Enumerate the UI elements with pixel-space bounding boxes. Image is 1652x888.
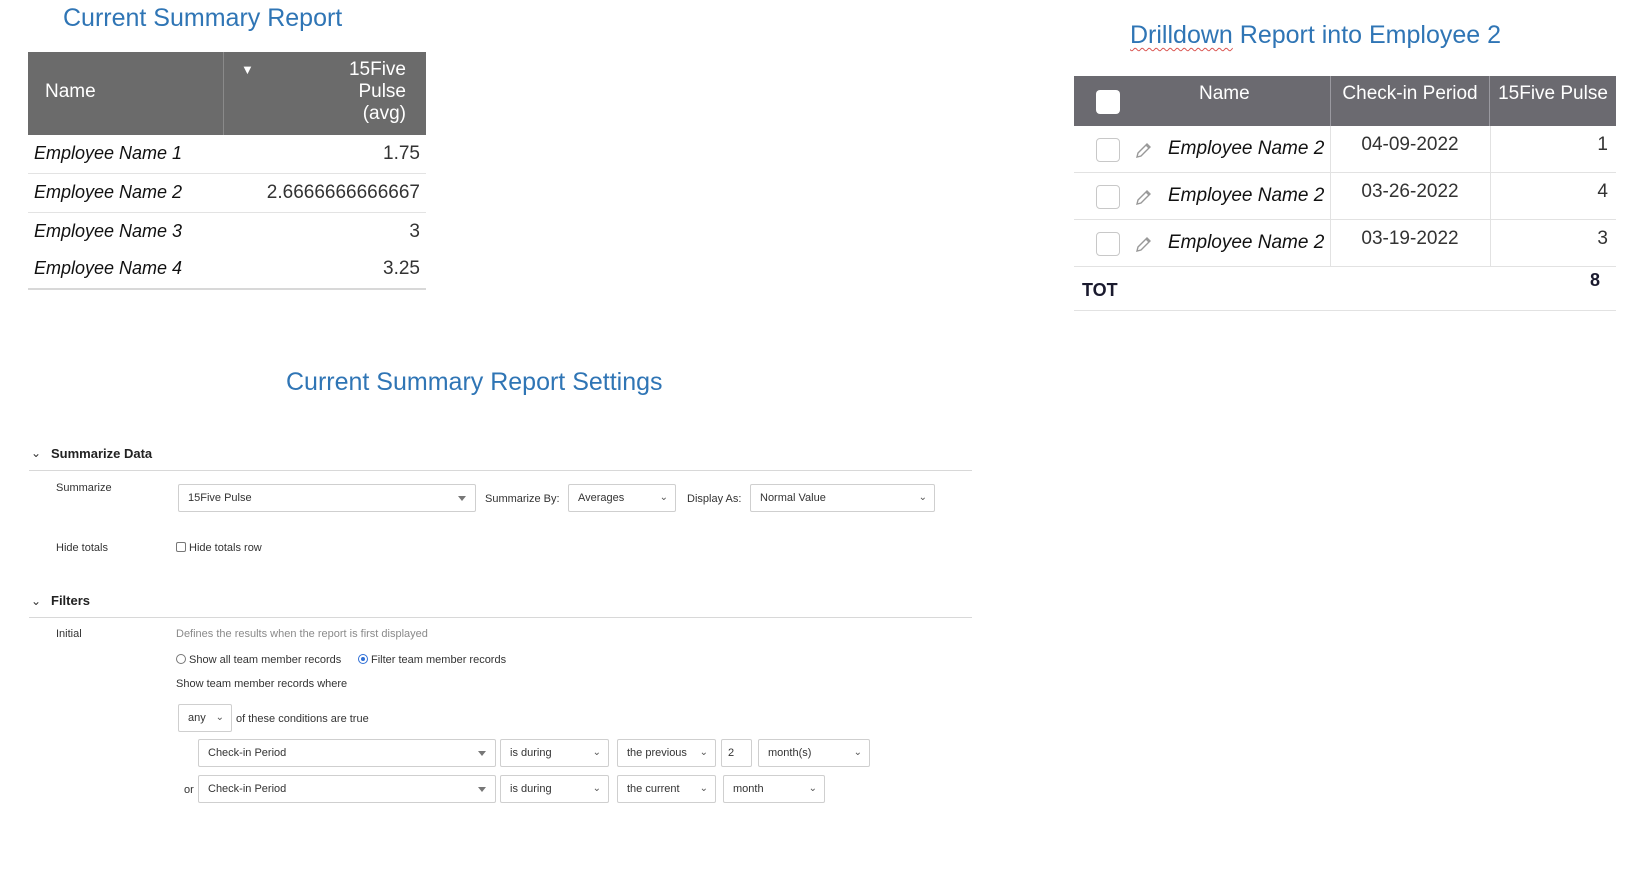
filters-section[interactable]: Filters [51, 593, 90, 608]
condition-field-select[interactable]: Check-in Period [198, 739, 496, 767]
employee-name: Employee Name 4 [34, 258, 183, 278]
display-as-label: Display As: [687, 493, 742, 505]
edit-pencil-icon[interactable] [1134, 234, 1154, 254]
filter-radio-label[interactable]: Filter team member records [371, 654, 506, 666]
dd-col-pulse[interactable]: 15Five Pulse [1490, 76, 1616, 126]
dd-col-period[interactable]: Check-in Period [1330, 76, 1490, 126]
dropdown-arrow-icon [478, 787, 486, 792]
condition-range-select[interactable]: the current ⌄ [617, 775, 716, 803]
summarize-by-label: Summarize By: [485, 493, 560, 505]
condition-unit-select[interactable]: month(s) ⌄ [758, 739, 870, 767]
condition-operator-select[interactable]: is during ⌄ [500, 775, 609, 803]
summarize-data-section[interactable]: Summarize Data [51, 446, 152, 461]
condition-or-label: or [184, 784, 194, 796]
summarize-field-select[interactable]: 15Five Pulse [178, 484, 476, 512]
employee-name: Employee Name 2 [34, 182, 183, 202]
summarize-label: Summarize [56, 482, 112, 494]
row-checkbox[interactable] [1096, 185, 1120, 209]
pulse-value: 1 [1597, 134, 1608, 155]
dropdown-arrow-icon [458, 496, 466, 501]
divider [29, 617, 972, 618]
chevron-down-icon: ⌄ [853, 747, 862, 758]
chevron-down-icon: ⌄ [215, 712, 224, 723]
totals-row: TOT 8 [1074, 266, 1616, 311]
summary-col-name[interactable]: Name [28, 52, 224, 135]
condition-unit-select[interactable]: month ⌄ [723, 775, 825, 803]
summary-report-title: Current Summary Report [63, 4, 343, 32]
chevron-down-icon: ⌄ [699, 783, 708, 794]
table-row[interactable]: Employee Name 2 2.6666666666667 [28, 174, 426, 213]
match-suffix: of these conditions are true [236, 713, 369, 725]
table-row[interactable]: Employee Name 2 04-09-2022 1 [1074, 126, 1616, 173]
pulse-value: 4 [1597, 181, 1608, 202]
show-all-radio-label[interactable]: Show all team member records [189, 654, 341, 666]
hide-totals-checkbox[interactable] [176, 542, 186, 552]
row-checkbox[interactable] [1096, 138, 1120, 162]
settings-title: Current Summary Report Settings [286, 368, 663, 396]
table-row[interactable]: Employee Name 1 1.75 [28, 135, 426, 174]
pulse-avg: 3.25 [383, 258, 420, 279]
drilldown-table-header: Name Check-in Period 15Five Pulse [1074, 76, 1616, 126]
dd-col-select-name: Name [1074, 76, 1330, 126]
employee-name: Employee Name 2 [1168, 185, 1325, 206]
checkin-period: 03-26-2022 [1361, 181, 1459, 202]
summary-table-header: Name ▼ 15Five Pulse (avg) [28, 52, 426, 135]
chevron-down-icon: ⌄ [699, 747, 708, 758]
drilldown-report-title: Drilldown Report into Employee 2 [1130, 21, 1501, 50]
table-row[interactable]: Employee Name 4 3.25 [28, 250, 426, 290]
chevron-down-icon[interactable]: ▼ [241, 62, 254, 77]
chevron-down-icon: ⌄ [592, 783, 601, 794]
checkin-period: 04-09-2022 [1361, 134, 1459, 155]
divider [29, 470, 972, 471]
initial-label: Initial [56, 628, 82, 640]
chevron-down-icon: ⌄ [918, 492, 927, 503]
total-value: 8 [1589, 270, 1600, 290]
dropdown-arrow-icon [478, 751, 486, 756]
hide-totals-checkbox-label[interactable]: Hide totals row [189, 542, 262, 554]
hide-totals-label: Hide totals [56, 542, 108, 554]
drilldown-title-rest: Report into Employee 2 [1232, 21, 1502, 49]
display-as-select[interactable]: Normal Value ⌄ [750, 484, 935, 512]
pulse-avg: 1.75 [383, 143, 420, 164]
employee-name: Employee Name 2 [1168, 232, 1325, 253]
pulse-avg: 2.6666666666667 [266, 182, 420, 203]
show-all-radio[interactable] [176, 654, 186, 664]
row-checkbox[interactable] [1096, 232, 1120, 256]
condition-field-select[interactable]: Check-in Period [198, 775, 496, 803]
employee-name: Employee Name 2 [1168, 138, 1325, 159]
chevron-down-icon[interactable]: ⌄ [31, 446, 41, 460]
employee-name: Employee Name 3 [34, 221, 183, 241]
chevron-down-icon: ⌄ [659, 492, 668, 503]
chevron-down-icon: ⌄ [808, 783, 817, 794]
checkin-period: 03-19-2022 [1361, 228, 1459, 249]
table-row[interactable]: Employee Name 3 3 [28, 213, 426, 252]
summary-col-pulse[interactable]: 15Five Pulse (avg) [306, 59, 406, 125]
dd-col-name[interactable]: Name [1199, 76, 1250, 112]
initial-description: Defines the results when the report is f… [176, 628, 428, 640]
pulse-value: 3 [1597, 228, 1608, 249]
show-where-label: Show team member records where [176, 678, 348, 690]
chevron-down-icon[interactable]: ⌄ [31, 594, 41, 608]
filter-radio[interactable] [358, 654, 368, 664]
summarize-by-select[interactable]: Averages ⌄ [568, 484, 676, 512]
condition-range-select[interactable]: the previous ⌄ [617, 739, 716, 767]
edit-pencil-icon[interactable] [1134, 140, 1154, 160]
table-row[interactable]: Employee Name 2 03-19-2022 3 [1074, 220, 1616, 267]
match-any-select[interactable]: any ⌄ [178, 704, 232, 732]
chevron-down-icon: ⌄ [592, 747, 601, 758]
drilldown-word: Drilldown [1130, 21, 1233, 49]
condition-operator-select[interactable]: is during ⌄ [500, 739, 609, 767]
table-row[interactable]: Employee Name 2 03-26-2022 4 [1074, 173, 1616, 220]
select-all-checkbox[interactable] [1096, 90, 1120, 114]
total-label: TOT [1082, 280, 1118, 300]
condition-number-input[interactable]: 2 [721, 739, 752, 767]
pulse-avg: 3 [409, 221, 420, 242]
edit-pencil-icon[interactable] [1134, 187, 1154, 207]
employee-name: Employee Name 1 [34, 143, 183, 163]
